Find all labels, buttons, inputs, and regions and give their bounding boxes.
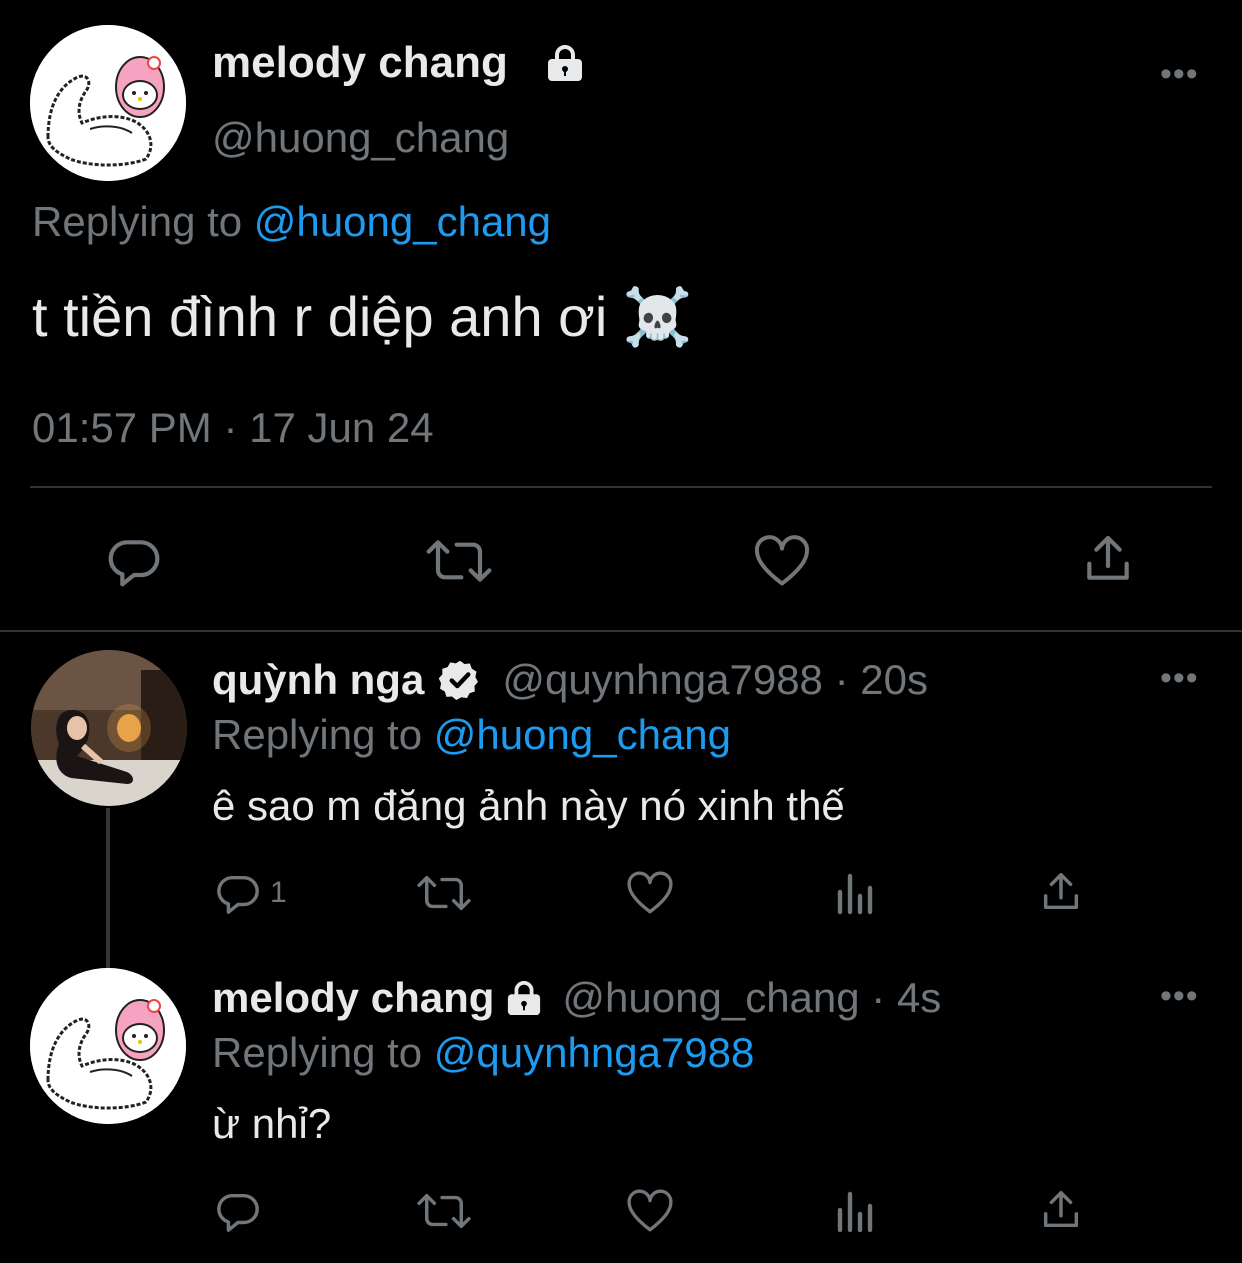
replying-prefix: Replying to (32, 198, 254, 245)
share-icon (1043, 873, 1079, 910)
main-handle[interactable]: @huong_chang (212, 114, 509, 162)
like-icon (627, 1189, 673, 1232)
like-button[interactable] (625, 870, 675, 916)
retweet-button[interactable] (425, 533, 493, 589)
replying-prefix: Replying to (212, 1029, 434, 1076)
share-button[interactable] (1080, 530, 1136, 588)
main-author-name[interactable]: melody chang (212, 38, 508, 88)
like-icon (754, 535, 810, 586)
views-icon (837, 873, 873, 915)
lock-icon (548, 45, 582, 81)
thread-line (106, 808, 110, 968)
replying-to-link[interactable]: @huong_chang (254, 198, 551, 245)
divider (30, 486, 1212, 488)
main-timestamp[interactable]: 01:57 PM · 17 Jun 24 (32, 404, 434, 452)
reply-count: 1 (270, 876, 287, 909)
reply-icon (217, 875, 259, 914)
reply-button[interactable] (105, 533, 163, 589)
replying-prefix: Replying to (212, 711, 434, 758)
retweet-button[interactable] (416, 870, 472, 916)
reply-button[interactable] (214, 1188, 262, 1234)
retweet-icon (417, 1193, 471, 1229)
author-name-text[interactable]: melody chang (212, 38, 508, 87)
like-icon (627, 871, 673, 914)
reply-button[interactable]: 1 (214, 870, 287, 916)
replying-to-link[interactable]: @huong_chang (434, 711, 731, 758)
reply1-header: quỳnh nga @quynhnga7988 · 20s (212, 656, 928, 704)
more-icon[interactable]: ••• (1160, 57, 1199, 91)
reply1-replying-line: Replying to @huong_chang (212, 711, 731, 759)
reply2-author-name[interactable]: melody chang (212, 974, 494, 1022)
reply1-author-name[interactable]: quỳnh nga (212, 656, 424, 704)
views-button[interactable] (834, 1190, 878, 1234)
lock-icon (508, 981, 541, 1016)
reply-icon (217, 1193, 259, 1232)
like-button[interactable] (752, 533, 812, 589)
views-icon (837, 1191, 873, 1233)
reply2-replying-line: Replying to @quynhnga7988 (212, 1029, 754, 1077)
reply1-avatar[interactable] (31, 650, 187, 806)
section-divider (0, 630, 1242, 632)
main-tweet-text: t tiền đình r diệp anh ơi ☠️ (32, 285, 693, 348)
share-icon (1043, 1191, 1079, 1228)
replying-to-link[interactable]: @quynhnga7988 (434, 1029, 755, 1076)
reply1-text: ê sao m đăng ảnh này nó xinh thế (212, 782, 845, 829)
retweet-icon (417, 875, 471, 911)
like-button[interactable] (625, 1188, 675, 1234)
reply2-avatar[interactable] (30, 968, 186, 1124)
reply2-handle-time[interactable]: @huong_chang · 4s (562, 974, 941, 1022)
more-icon[interactable]: ••• (1160, 661, 1199, 695)
views-button[interactable] (834, 872, 878, 916)
reply2-header: melody chang @huong_chang · 4s (212, 974, 941, 1022)
share-button[interactable] (1038, 1186, 1084, 1234)
more-icon[interactable]: ••• (1160, 979, 1199, 1013)
reply1-handle-time[interactable]: @quynhnga7988 · 20s (502, 656, 928, 704)
main-replying-line: Replying to @huong_chang (32, 198, 551, 246)
share-icon (1087, 535, 1129, 580)
main-avatar[interactable] (30, 25, 186, 181)
share-button[interactable] (1038, 868, 1084, 916)
reply2-text: ừ nhỉ? (212, 1100, 332, 1147)
reply-icon (108, 540, 160, 587)
retweet-icon (426, 540, 492, 582)
retweet-button[interactable] (416, 1188, 472, 1234)
verified-icon (439, 660, 479, 700)
